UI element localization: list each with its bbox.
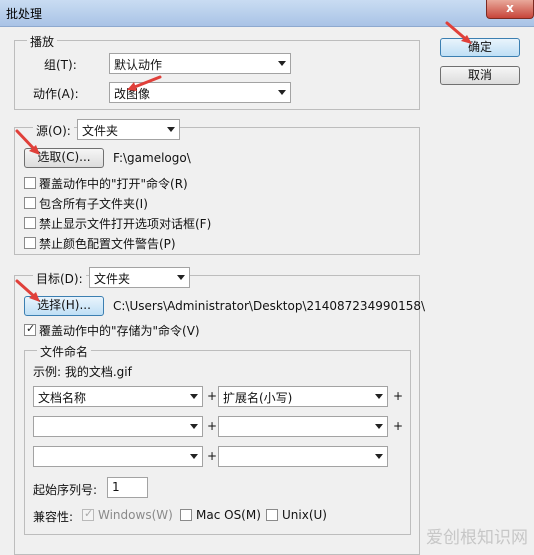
destination-path: C:\Users\Administrator\Desktop\214087234… <box>113 299 426 313</box>
compat-macos-checkbox[interactable] <box>180 509 192 521</box>
serial-input[interactable]: 1 <box>107 477 148 498</box>
compat-label: 兼容性: <box>33 510 74 524</box>
suppress-color-warning-checkbox[interactable] <box>24 237 36 249</box>
chevron-down-icon <box>278 90 286 95</box>
plus-sign: + <box>393 419 404 433</box>
naming-row2-left-select[interactable] <box>33 416 203 437</box>
compat-windows-label: Windows(W) <box>98 508 173 522</box>
chevron-down-icon <box>190 394 198 399</box>
destination-select[interactable]: 文件夹 <box>89 267 190 288</box>
chevron-down-icon <box>375 424 383 429</box>
action-select[interactable]: 改图像 <box>109 82 291 103</box>
title-bar <box>0 0 534 27</box>
suppress-color-warning-label: 禁止颜色配置文件警告(P) <box>39 237 176 251</box>
override-save-as-label: 覆盖动作中的"存储为"命令(V) <box>39 324 200 338</box>
naming-example: 示例: 我的文档.gif <box>33 365 132 379</box>
compat-macos-label: Mac OS(M) <box>196 508 261 522</box>
naming-row1-left-value: 文档名称 <box>38 391 87 405</box>
play-legend: 播放 <box>27 33 58 50</box>
cancel-button[interactable]: 取消 <box>440 66 520 85</box>
plus-sign: + <box>207 419 218 433</box>
compat-unix-checkbox[interactable] <box>266 509 278 521</box>
include-subfolders-checkbox[interactable] <box>24 197 36 209</box>
plus-sign: + <box>207 449 218 463</box>
file-naming-legend: 文件命名 <box>37 343 92 360</box>
watermark: 爱创根知识网 <box>426 528 528 548</box>
include-subfolders-label: 包含所有子文件夹(I) <box>39 197 148 211</box>
destination-select-value: 文件夹 <box>94 272 131 286</box>
chevron-down-icon <box>177 275 185 280</box>
plus-sign: + <box>207 389 218 403</box>
source-select[interactable]: 文件夹 <box>77 119 180 140</box>
compat-unix-label: Unix(U) <box>282 508 327 522</box>
override-open-label: 覆盖动作中的"打开"命令(R) <box>39 177 188 191</box>
source-choose-button[interactable]: 选取(C)... <box>24 148 104 168</box>
set-select[interactable]: 默认动作 <box>109 53 291 74</box>
chevron-down-icon <box>375 454 383 459</box>
suppress-open-dialog-checkbox[interactable] <box>24 217 36 229</box>
suppress-open-dialog-label: 禁止显示文件打开选项对话框(F) <box>39 217 212 231</box>
close-button[interactable]: x <box>486 0 534 19</box>
action-label: 动作(A): <box>33 87 79 101</box>
window-title: 批处理 <box>6 7 43 21</box>
chevron-down-icon <box>375 394 383 399</box>
naming-row3-right-select[interactable] <box>218 446 388 467</box>
naming-row1-right-value: 扩展名(小写) <box>223 391 293 405</box>
plus-sign: + <box>393 389 404 403</box>
source-path: F:\gamelogo\ <box>113 151 191 165</box>
action-select-value: 改图像 <box>114 87 151 101</box>
source-select-value: 文件夹 <box>82 124 119 138</box>
naming-row2-right-select[interactable] <box>218 416 388 437</box>
chevron-down-icon <box>190 424 198 429</box>
naming-row1-left-select[interactable]: 文档名称 <box>33 386 203 407</box>
serial-label: 起始序列号: <box>33 483 98 497</box>
set-select-value: 默认动作 <box>114 58 163 72</box>
ok-button[interactable]: 确定 <box>440 38 520 57</box>
naming-row3-left-select[interactable] <box>33 446 203 467</box>
destination-choose-button[interactable]: 选择(H)... <box>24 296 104 316</box>
source-label: 源(O): <box>33 122 74 139</box>
destination-label: 目标(D): <box>33 270 86 287</box>
chevron-down-icon <box>190 454 198 459</box>
override-save-as-checkbox[interactable] <box>24 322 36 336</box>
chevron-down-icon <box>278 61 286 66</box>
chevron-down-icon <box>167 127 175 132</box>
override-open-checkbox[interactable] <box>24 177 36 189</box>
set-label: 组(T): <box>44 58 77 72</box>
naming-row1-right-select[interactable]: 扩展名(小写) <box>218 386 388 407</box>
compat-windows-checkbox[interactable] <box>82 507 94 521</box>
